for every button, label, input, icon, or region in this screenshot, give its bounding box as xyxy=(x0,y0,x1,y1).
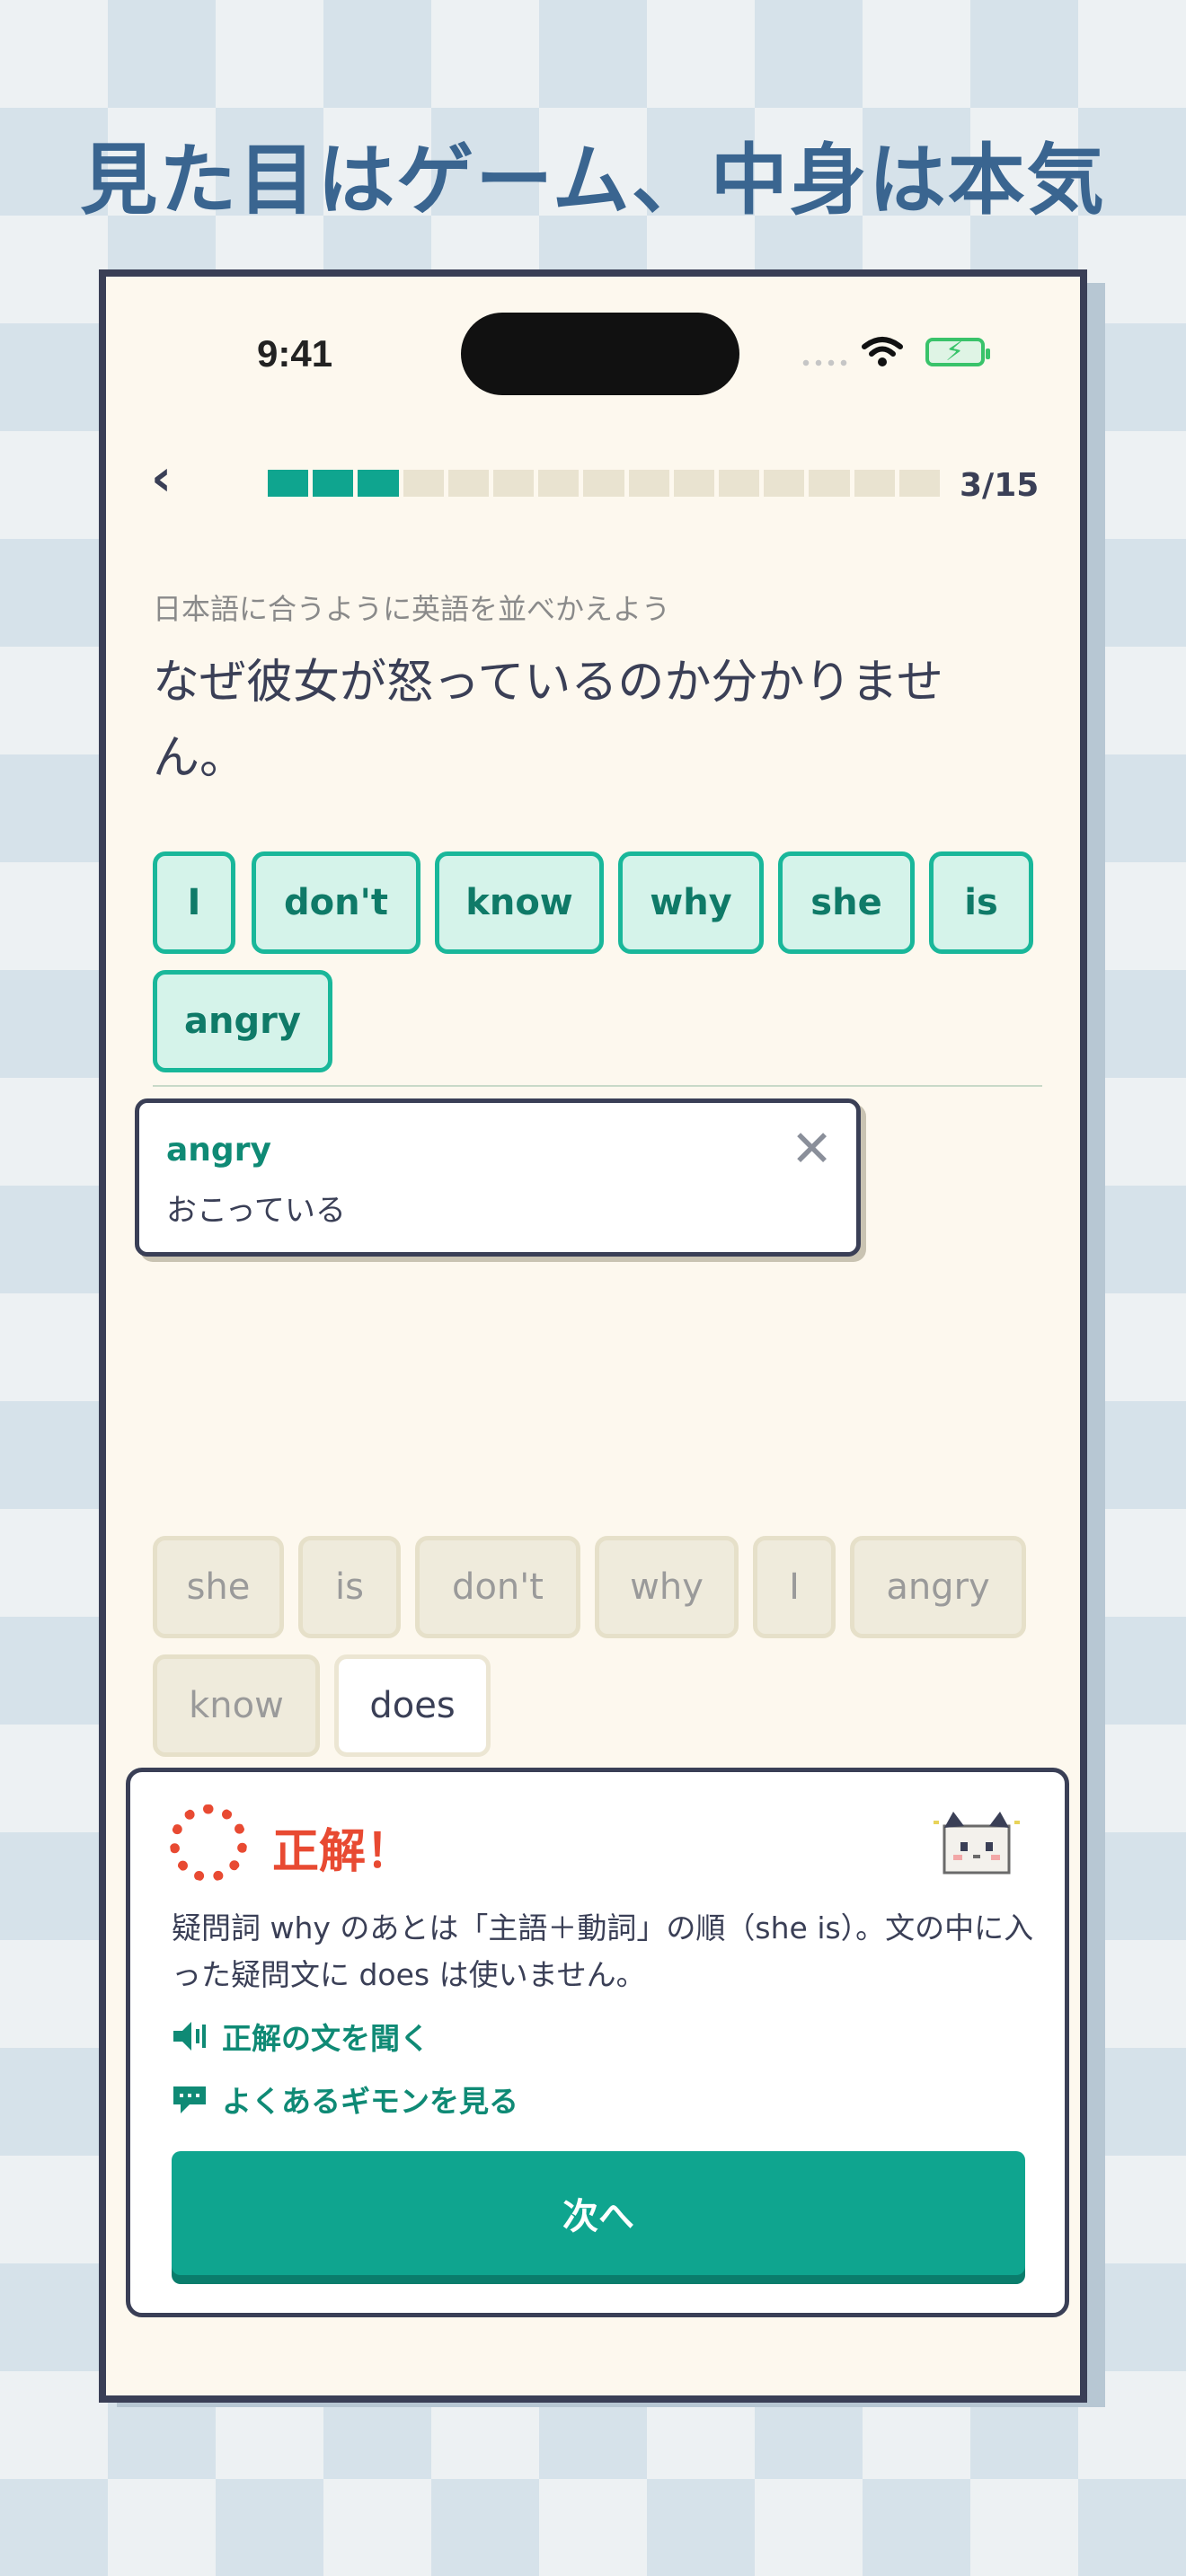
progress-segment xyxy=(447,470,490,497)
phone-frame: 9:41 ⚡ ‹ 3/15 日本語に合うように英語を並べかえよう なぜ彼女が怒っ… xyxy=(99,269,1087,2403)
speaker-icon xyxy=(173,2022,206,2051)
promo-headline: 見た目はゲーム、中身は本気 xyxy=(80,136,1106,225)
answer-divider xyxy=(153,1085,1042,1087)
progress-segment xyxy=(583,470,624,497)
progress-segment xyxy=(493,470,535,497)
listen-link[interactable]: 正解の文を聞く xyxy=(172,2015,429,2058)
progress-count: 3/15 xyxy=(960,467,1040,504)
progress-segment xyxy=(719,470,760,497)
tooltip-meaning: おこっている xyxy=(166,1193,346,1229)
bank-chip[interactable]: she xyxy=(153,1536,284,1638)
chat-bubble-icon xyxy=(173,2086,206,2113)
answer-chip[interactable]: I xyxy=(153,851,235,954)
word-tooltip: angry おこっている ✕ xyxy=(135,1098,861,1257)
dynamic-island xyxy=(461,313,739,395)
progress-segment xyxy=(358,470,399,497)
tooltip-word: angry xyxy=(166,1132,271,1169)
answer-chip[interactable]: know xyxy=(435,851,604,954)
answer-chip[interactable]: why xyxy=(618,851,764,954)
bank-chip[interactable]: don't xyxy=(415,1536,580,1638)
result-panel: 正解！ 疑問詞 why のあとは「主語＋動詞」の順（she is）。文の中に入っ… xyxy=(126,1768,1069,2317)
bank-chip[interactable]: know xyxy=(153,1654,320,1757)
answer-chip[interactable]: she xyxy=(778,851,915,954)
wifi-icon xyxy=(862,337,903,366)
progress-segment xyxy=(313,470,354,497)
answer-chip[interactable]: is xyxy=(929,851,1033,954)
progress-segment xyxy=(898,470,941,497)
bank-chip[interactable]: why xyxy=(595,1536,739,1638)
progress-segment xyxy=(764,470,805,497)
correct-circle-icon xyxy=(170,1804,247,1882)
answer-chip[interactable]: angry xyxy=(153,970,332,1072)
bank-chip[interactable]: angry xyxy=(850,1536,1026,1638)
answer-chip[interactable]: don't xyxy=(252,851,420,954)
result-explanation: 疑問詞 why のあとは「主語＋動詞」の順（she is）。文の中に入った疑問文… xyxy=(172,1910,1034,1992)
close-icon[interactable]: ✕ xyxy=(791,1123,833,1177)
progress-segment xyxy=(403,470,444,497)
progress-bar xyxy=(268,470,941,497)
faq-link[interactable]: よくあるギモンを見る xyxy=(172,2078,518,2121)
progress-segment xyxy=(854,470,895,497)
battery-icon: ⚡ xyxy=(925,338,990,366)
signal-icon xyxy=(800,359,848,366)
faq-link-label: よくあるギモンを見る xyxy=(222,2084,518,2119)
progress-segment xyxy=(268,470,309,497)
listen-link-label: 正解の文を聞く xyxy=(222,2021,429,2056)
question-text: なぜ彼女が怒っているのか分かりません。 xyxy=(153,656,943,785)
progress-segment xyxy=(809,470,850,497)
cat-mascot-icon xyxy=(934,1812,1020,1875)
back-button[interactable]: ‹ xyxy=(151,447,196,510)
instruction-text: 日本語に合うように英語を並べかえよう xyxy=(153,592,671,626)
next-button[interactable]: 次へ xyxy=(172,2151,1025,2275)
bank-chip[interactable]: is xyxy=(298,1536,401,1638)
progress-segment xyxy=(628,470,669,497)
status-time: 9:41 xyxy=(257,332,333,375)
bank-chip[interactable]: I xyxy=(753,1536,836,1638)
progress-segment xyxy=(538,470,580,497)
progress-segment xyxy=(673,470,715,497)
bank-chip[interactable]: does xyxy=(334,1654,491,1757)
result-title: 正解！ xyxy=(272,1825,413,1879)
